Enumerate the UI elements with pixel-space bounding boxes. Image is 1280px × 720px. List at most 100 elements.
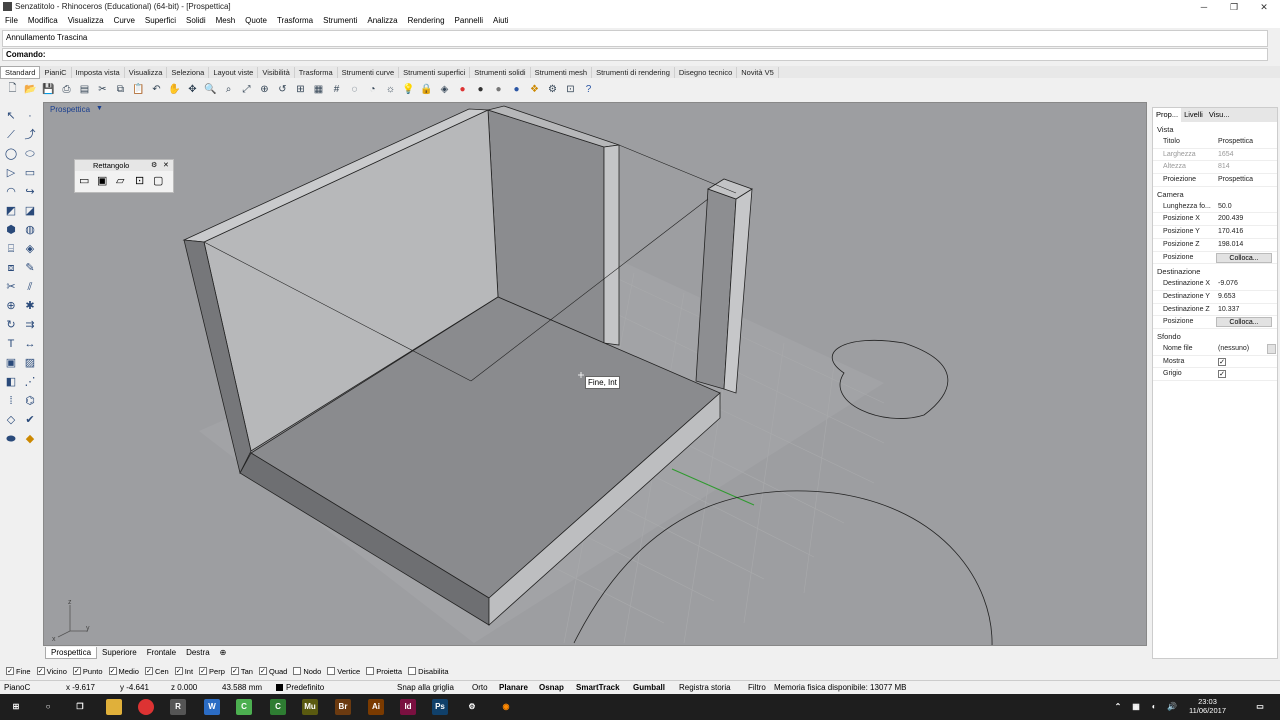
lock-icon[interactable]: 🔒 <box>419 82 434 97</box>
text-icon[interactable]: T <box>3 336 19 352</box>
tab-visibilita[interactable]: Visibilità <box>258 67 295 78</box>
menu-superfici[interactable]: Superfici <box>140 14 181 25</box>
surface-icon[interactable]: ◩ <box>3 203 19 219</box>
status-cplane[interactable]: PianoC <box>4 683 30 692</box>
edit-icon[interactable]: ✎ <box>22 260 38 276</box>
menu-solidi[interactable]: Solidi <box>181 14 211 25</box>
rect-corner-icon[interactable]: ▭ <box>79 174 89 187</box>
osnap-toggle[interactable]: Osnap <box>539 683 564 692</box>
osnap-checkbox[interactable]: ✓ <box>108 667 117 675</box>
tray-icon-2[interactable]: ◐ <box>1146 699 1162 715</box>
task-view-icon[interactable]: ❐ <box>72 699 88 715</box>
word-icon[interactable]: W <box>204 699 220 715</box>
add-viewport-icon[interactable]: ⊕ <box>215 647 232 658</box>
osnap-checkbox[interactable]: ✓ <box>199 667 208 675</box>
target-prop-value[interactable]: 9.653 <box>1218 293 1236 300</box>
tab-seleziona[interactable]: Seleziona <box>167 67 210 78</box>
tray-volume-icon[interactable]: 🔊 <box>1164 699 1180 715</box>
toolbar-gear-icon[interactable]: ⚙ <box>151 161 157 169</box>
polyline-icon[interactable]: ⟋ <box>3 127 19 143</box>
osnap-perp[interactable]: ✓ Perp <box>199 667 225 676</box>
rectangle-icon[interactable]: ▭ <box>22 165 38 181</box>
bg-browse-button[interactable] <box>1267 343 1276 354</box>
tab-strumenti-rendering[interactable]: Strumenti di rendering <box>592 67 675 78</box>
toolbar-close-icon[interactable]: ✕ <box>163 161 169 169</box>
osnap-vertice[interactable]: Vertice <box>327 667 360 676</box>
tab-destra[interactable]: Destra <box>181 647 215 658</box>
osnap-checkbox[interactable] <box>327 667 336 675</box>
indesign-icon[interactable]: Id <box>400 699 416 715</box>
osnap-cen[interactable]: ✓ Cen <box>144 667 169 676</box>
history-toggle[interactable]: Registra storia <box>679 683 731 692</box>
view-prop-value[interactable]: Prospettica <box>1218 138 1253 145</box>
ellipse-icon[interactable]: ⬭ <box>22 146 38 162</box>
dimension-icon[interactable]: ↔ <box>22 336 38 352</box>
new-file-icon[interactable]: 🗋 <box>5 82 20 97</box>
shaded-sphere-icon[interactable]: ● <box>491 82 506 97</box>
camera-place-button[interactable]: Colloca... <box>1216 252 1272 263</box>
bend-icon[interactable]: ◇ <box>3 412 19 428</box>
undo-view-icon[interactable]: ↺ <box>275 82 290 97</box>
tab-imposta-vista[interactable]: Imposta vista <box>72 67 125 78</box>
menu-modifica[interactable]: Modifica <box>23 14 63 25</box>
copy-obj-icon[interactable]: ⇉ <box>22 317 38 333</box>
tab-layers[interactable]: Livelli <box>1181 108 1206 122</box>
view-prop-value[interactable]: Prospettica <box>1218 176 1253 183</box>
osnap-checkbox[interactable]: ✓ <box>36 667 45 675</box>
photoshop-icon[interactable]: Ps <box>432 699 448 715</box>
hide-icon[interactable]: ◔ <box>365 82 380 97</box>
start-icon[interactable]: ⊞ <box>8 699 24 715</box>
camera-prop-value[interactable]: 198.014 <box>1218 241 1243 248</box>
smarttrack-toggle[interactable]: SmartTrack <box>576 683 620 692</box>
cylinder-icon[interactable]: ⌸ <box>3 241 19 257</box>
bg-gray-checkbox[interactable]: ✓ <box>1218 370 1226 379</box>
tray-up-icon[interactable]: ⌃ <box>1110 699 1126 715</box>
four-views-icon[interactable]: ⊞ <box>293 82 308 97</box>
group-icon[interactable]: ▣ <box>3 355 19 371</box>
tray-network-icon[interactable]: ▦ <box>1128 699 1144 715</box>
filter-toggle[interactable]: Filtro <box>748 683 766 692</box>
osnap-tan[interactable]: ✓ Tan <box>230 667 253 676</box>
block-icon[interactable]: ▨ <box>22 355 38 371</box>
tab-strumenti-mesh[interactable]: Strumenti mesh <box>531 67 593 78</box>
array-icon[interactable]: ⋰ <box>22 374 38 390</box>
tab-strumenti-solidi[interactable]: Strumenti solidi <box>470 67 531 78</box>
bridge-icon[interactable]: Br <box>335 699 351 715</box>
osnap-checkbox[interactable]: ✓ <box>72 667 81 675</box>
tab-prospettica[interactable]: Prospettica <box>45 647 98 659</box>
cut-icon[interactable]: ✂ <box>95 82 110 97</box>
osnap-checkbox[interactable] <box>408 667 417 675</box>
open-file-icon[interactable]: 📂 <box>23 82 38 97</box>
rect-vertical-icon[interactable]: ⊡ <box>135 174 144 187</box>
render-icon[interactable]: ⬬ <box>3 431 19 447</box>
osnap-checkbox[interactable]: ✓ <box>174 667 183 675</box>
zoom-window-icon[interactable]: ⌕ <box>221 82 236 97</box>
arc-icon[interactable]: ◠ <box>3 184 19 200</box>
target-place-button[interactable]: Colloca... <box>1216 317 1272 328</box>
tab-strumenti-curve[interactable]: Strumenti curve <box>338 67 400 78</box>
menu-mesh[interactable]: Mesh <box>211 14 241 25</box>
osnap-checkbox[interactable]: ✓ <box>258 667 267 675</box>
gumball-toggle[interactable]: Gumball <box>633 683 665 692</box>
tab-pianic[interactable]: PianiC <box>40 67 72 78</box>
analyze-icon[interactable]: ⌬ <box>22 393 38 409</box>
osnap-quad[interactable]: ✓ Quad <box>258 667 287 676</box>
menu-quote[interactable]: Quote <box>240 14 272 25</box>
check-icon[interactable]: ✔ <box>22 412 38 428</box>
fillet-curve-icon[interactable]: ↪ <box>22 184 38 200</box>
tab-properties[interactable]: Prop... <box>1153 108 1182 122</box>
tab-layout-viste[interactable]: Layout viste <box>209 67 259 78</box>
box-icon[interactable]: ⬢ <box>3 222 19 238</box>
camera-prop-value[interactable]: 200.439 <box>1218 215 1243 222</box>
rect-center-icon[interactable]: ▣ <box>97 174 107 187</box>
layer-icon[interactable]: ◈ <box>437 82 452 97</box>
copy-icon[interactable]: ⧉ <box>113 82 128 97</box>
tab-superiore[interactable]: Superiore <box>97 647 142 658</box>
tab-visualizza[interactable]: Visualizza <box>125 67 168 78</box>
viewport-menu-arrow-icon[interactable]: ▼ <box>96 105 103 112</box>
move-icon[interactable]: ↻ <box>3 317 19 333</box>
menu-visualizza[interactable]: Visualizza <box>63 14 109 25</box>
perspective-viewport[interactable]: z x y Prospettica ▼ Fine, Int <box>43 102 1147 646</box>
mesh-icon[interactable]: ◈ <box>22 241 38 257</box>
split-icon[interactable]: ⫽ <box>22 279 38 295</box>
